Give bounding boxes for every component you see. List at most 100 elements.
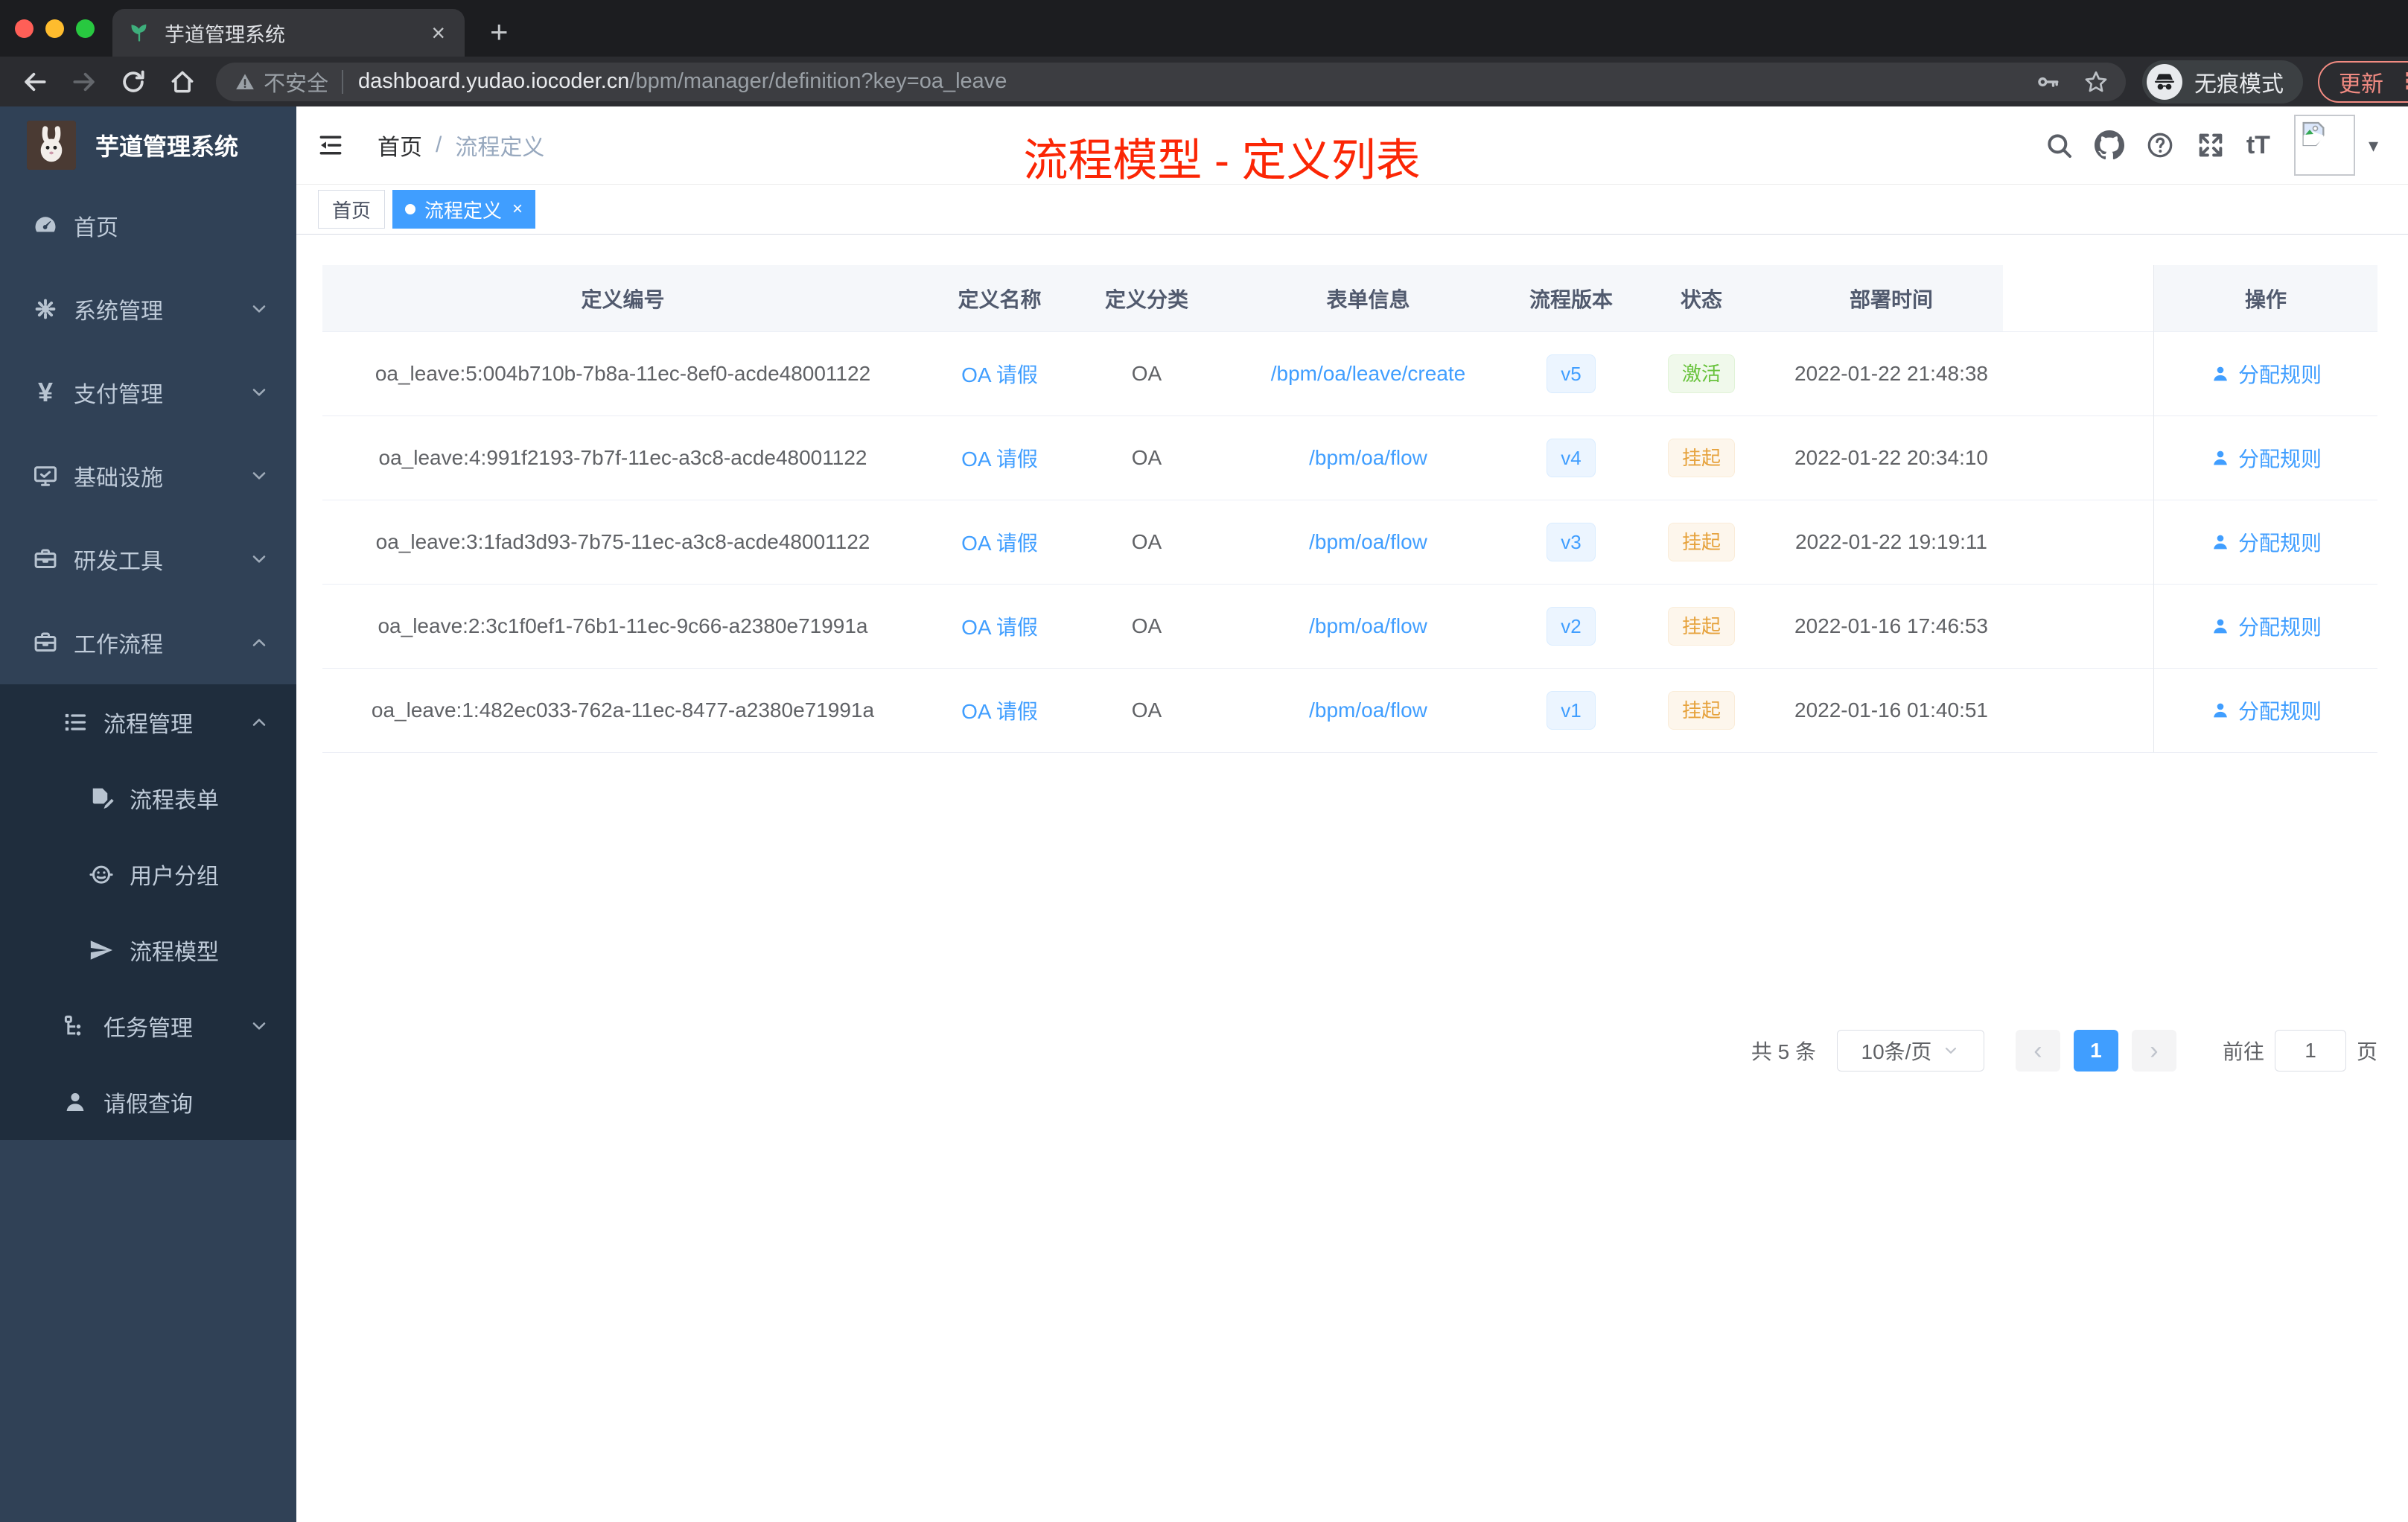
sidebar-item-leave-query[interactable]: 请假查询 <box>0 1064 296 1140</box>
not-secure-icon <box>234 71 256 93</box>
home-icon[interactable] <box>168 68 197 96</box>
avatar[interactable] <box>2293 115 2355 176</box>
sidebar-item-task-management[interactable]: 任务管理 <box>0 988 296 1064</box>
sidebar-item-label: 工作流程 <box>74 633 163 657</box>
yen-icon: ¥ <box>37 377 54 407</box>
assign-rule-button[interactable]: 分配规则 <box>2210 611 2322 641</box>
sidebar-logo[interactable]: 芋道管理系统 <box>0 106 296 184</box>
prev-page-button[interactable]: ‹ <box>2015 1030 2060 1072</box>
form-info-link[interactable]: /bpm/oa/flow <box>1309 446 1427 469</box>
assign-rule-button[interactable]: 分配规则 <box>2210 443 2322 473</box>
sidebar-item-workflow[interactable]: 工作流程 <box>0 601 296 684</box>
cell-category: OA <box>1076 669 1217 753</box>
fullscreen-icon[interactable] <box>2196 130 2226 160</box>
browser-tab[interactable]: 芋道管理系统 × <box>112 9 465 57</box>
sidebar-item-system[interactable]: 系统管理 <box>0 267 296 351</box>
current-page-button[interactable]: 1 <box>2073 1030 2118 1072</box>
navbar-actions: tT ▾ <box>2023 115 2378 176</box>
form-info-link[interactable]: /bpm/oa/flow <box>1309 530 1427 553</box>
assign-rule-button[interactable]: 分配规则 <box>2210 527 2322 557</box>
breadcrumb-home[interactable]: 首页 <box>378 129 422 162</box>
assign-rule-button[interactable]: 分配规则 <box>2210 695 2322 725</box>
sidebar-item-label: 流程模型 <box>130 940 219 965</box>
avatar-caret-icon[interactable]: ▾ <box>2369 134 2378 157</box>
reload-icon[interactable] <box>119 68 147 96</box>
next-page-button[interactable]: › <box>2131 1030 2176 1072</box>
breadcrumb-separator: / <box>436 133 442 157</box>
help-icon[interactable] <box>2145 130 2175 160</box>
not-secure-label[interactable]: 不安全 <box>264 66 328 98</box>
tag-close-icon[interactable]: × <box>512 199 523 220</box>
github-icon[interactable] <box>2095 130 2124 160</box>
main-area: 首页 / 流程定义 流程模型 - 定义列表 tT ▾ 首页 流程定义 × 定义编… <box>296 106 2408 1522</box>
font-size-icon[interactable]: tT <box>2246 133 2270 158</box>
sidebar-item-dev-tools[interactable]: 研发工具 <box>0 518 296 601</box>
cell-category: OA <box>1076 332 1217 416</box>
sidebar-item-process-form[interactable]: 流程表单 <box>0 760 296 836</box>
sidebar-fold-icon[interactable] <box>316 131 345 159</box>
col-deploy-time: 部署时间 <box>1780 265 2003 332</box>
chevron-down-icon <box>249 549 270 570</box>
status-badge: 挂起 <box>1667 607 1735 646</box>
sidebar-item-user-group[interactable]: 用户分组 <box>0 836 296 912</box>
sidebar-item-payment[interactable]: ¥ 支付管理 <box>0 351 296 434</box>
toolbox-icon <box>32 546 59 573</box>
browser-menu-icon[interactable]: ⋮ <box>2397 69 2408 95</box>
form-info-link[interactable]: /bpm/oa/flow <box>1309 614 1427 637</box>
sidebar-item-process-management[interactable]: 流程管理 <box>0 684 296 760</box>
tag-process-definition[interactable]: 流程定义 × <box>392 190 536 229</box>
form-info-link[interactable]: /bpm/oa/leave/create <box>1271 362 1466 385</box>
chevron-down-icon <box>1942 1042 1960 1060</box>
browser-update-button[interactable]: 更新 ⋮ <box>2318 60 2408 103</box>
table-row: oa_leave:1:482ec033-762a-11ec-8477-a2380… <box>322 669 2377 753</box>
form-info-link[interactable]: /bpm/oa/flow <box>1309 698 1427 722</box>
page-size-select[interactable]: 10条/页 <box>1836 1030 1984 1072</box>
tab-close-icon[interactable]: × <box>427 19 450 46</box>
cell-definition-id: oa_leave:4:991f2193-7b7f-11ec-a3c8-acde4… <box>322 416 923 500</box>
sidebar-item-label: 基础设施 <box>74 466 163 491</box>
password-key-icon[interactable] <box>2035 69 2060 95</box>
definition-name-link[interactable]: OA 请假 <box>961 532 1038 555</box>
col-status: 状态 <box>1623 265 1780 332</box>
search-icon[interactable] <box>2044 130 2074 160</box>
workflow-submenu: 流程管理 流程表单 用户分组 流程模型 任务管理 请假查询 <box>0 684 296 1140</box>
sidebar-item-label: 首页 <box>74 216 118 241</box>
user-icon <box>2210 363 2231 384</box>
update-label: 更新 <box>2339 71 2383 97</box>
sidebar-item-process-model[interactable]: 流程模型 <box>0 912 296 988</box>
forward-icon[interactable] <box>70 68 98 96</box>
new-tab-button[interactable]: + <box>482 16 516 48</box>
window-controls <box>0 0 112 57</box>
gear-icon <box>32 296 59 322</box>
table-header-row: 定义编号 定义名称 定义分类 表单信息 流程版本 状态 部署时间 操作 <box>322 265 2377 332</box>
bookmark-star-icon[interactable] <box>2083 69 2109 95</box>
col-definition-id: 定义编号 <box>322 265 923 332</box>
definition-name-link[interactable]: OA 请假 <box>961 700 1038 723</box>
window-close-button[interactable] <box>15 19 34 38</box>
breadcrumb: 首页 / 流程定义 <box>378 129 544 162</box>
chevron-down-icon <box>249 1016 270 1037</box>
chevron-down-icon <box>249 299 270 319</box>
goto-page-input[interactable] <box>2274 1030 2346 1072</box>
sidebar-item-infrastructure[interactable]: 基础设施 <box>0 434 296 518</box>
cell-category: OA <box>1076 416 1217 500</box>
cell-deploy-time: 2022-01-22 21:48:38 <box>1780 332 2003 416</box>
window-zoom-button[interactable] <box>76 19 95 38</box>
definition-name-link[interactable]: OA 请假 <box>961 363 1038 386</box>
tree-list-icon <box>62 709 89 736</box>
sidebar: 芋道管理系统 首页 系统管理 ¥ 支付管理 基础设施 研发工具 工作流程 流程管… <box>0 106 296 1522</box>
back-icon[interactable] <box>21 68 49 96</box>
sidebar-item-label: 请假查询 <box>103 1092 193 1117</box>
status-badge: 激活 <box>1667 354 1735 393</box>
assign-rule-button[interactable]: 分配规则 <box>2210 359 2322 389</box>
address-bar[interactable]: 不安全 dashboard.yudao.iocoder.cn/bpm/manag… <box>216 62 2126 101</box>
tag-label: 首页 <box>332 199 372 222</box>
url-host: dashboard.yudao.iocoder.cn <box>358 69 630 93</box>
tag-home[interactable]: 首页 <box>318 190 386 229</box>
pagination: 共 5 条 10条/页 ‹ 1 › 前往 页 <box>322 1029 2377 1072</box>
definition-name-link[interactable]: OA 请假 <box>961 448 1038 471</box>
definition-name-link[interactable]: OA 请假 <box>961 616 1038 639</box>
browser-chrome: 芋道管理系统 × + 不安全 dashboard.yudao.iocoder.c… <box>0 0 2408 106</box>
window-minimize-button[interactable] <box>45 19 64 38</box>
sidebar-item-home[interactable]: 首页 <box>0 184 296 267</box>
